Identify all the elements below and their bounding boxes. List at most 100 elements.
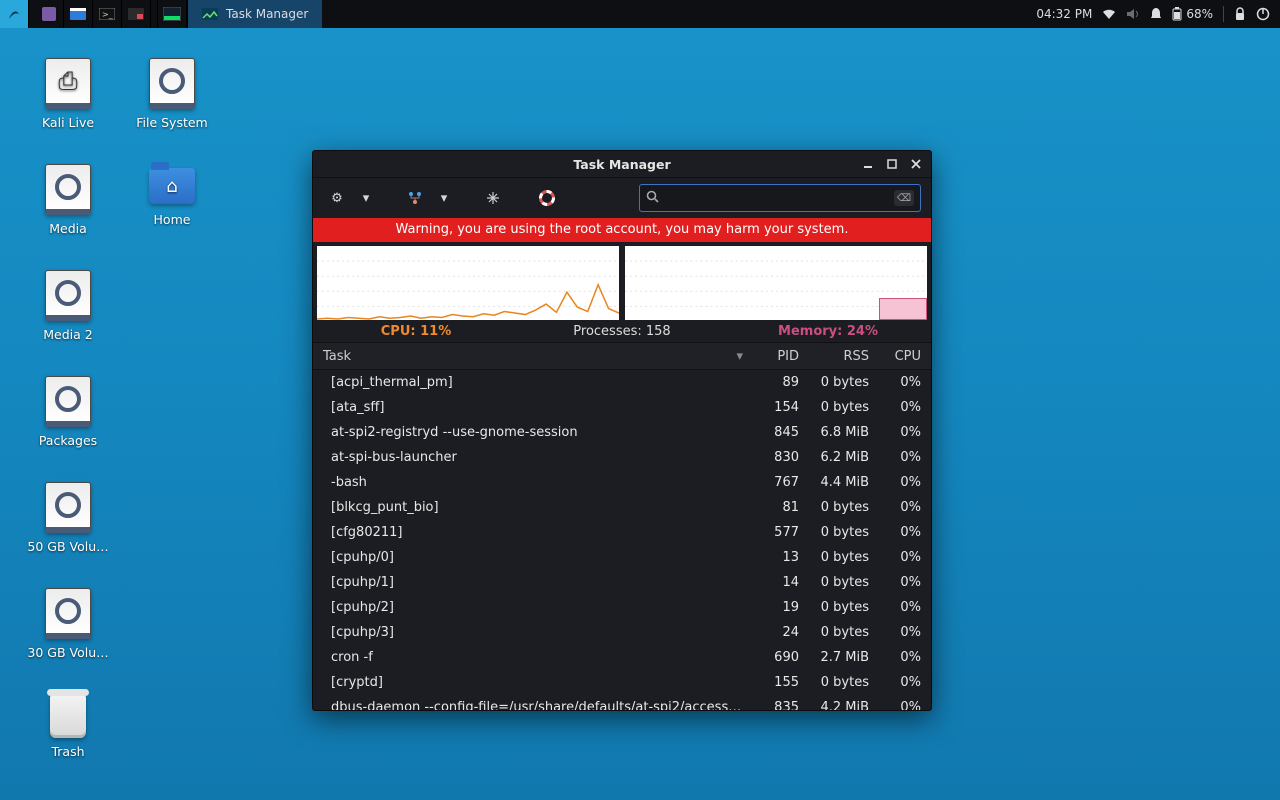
cell-rss: 4.4 MiB bbox=[799, 475, 869, 490]
cell-cpu: 0% bbox=[869, 700, 921, 710]
desktop-icon[interactable]: ⌂Home bbox=[122, 164, 222, 227]
desktop-icon-label: File System bbox=[122, 115, 222, 130]
process-stat: Processes: 158 bbox=[519, 324, 725, 339]
memory-stat: Memory: 24% bbox=[725, 324, 931, 339]
search-box[interactable]: ⌫ bbox=[639, 184, 921, 212]
titlebar[interactable]: Task Manager bbox=[313, 151, 931, 178]
cell-rss: 0 bytes bbox=[799, 675, 869, 690]
tree-icon bbox=[407, 190, 423, 206]
cell-task: at-spi-bus-launcher bbox=[323, 450, 743, 465]
cell-pid: 89 bbox=[743, 375, 799, 390]
desktop-icon[interactable]: Media bbox=[18, 164, 118, 236]
cell-rss: 0 bytes bbox=[799, 375, 869, 390]
table-row[interactable]: [ata_sff]1540 bytes0% bbox=[313, 395, 931, 420]
cell-cpu: 0% bbox=[869, 375, 921, 390]
column-rss[interactable]: RSS bbox=[799, 349, 869, 364]
chevron-down-icon: ▾ bbox=[441, 191, 448, 206]
cell-pid: 767 bbox=[743, 475, 799, 490]
table-row[interactable]: [blkcg_punt_bio]810 bytes0% bbox=[313, 495, 931, 520]
cell-task: cron -f bbox=[323, 650, 743, 665]
cell-pid: 835 bbox=[743, 700, 799, 710]
start-menu-button[interactable] bbox=[0, 0, 29, 28]
desktop-icon[interactable]: Trash bbox=[18, 694, 118, 759]
notifications-icon[interactable] bbox=[1150, 7, 1162, 21]
search-input[interactable] bbox=[665, 184, 888, 212]
desktop-icon-label: Home bbox=[122, 212, 222, 227]
desktop-icon[interactable]: File System bbox=[122, 58, 222, 130]
settings-menu-caret[interactable]: ▾ bbox=[357, 184, 375, 212]
window-minimize-button[interactable] bbox=[857, 154, 879, 174]
wifi-icon[interactable] bbox=[1102, 8, 1116, 20]
table-row[interactable]: -bash7674.4 MiB0% bbox=[313, 470, 931, 495]
power-icon[interactable] bbox=[1256, 7, 1270, 21]
cell-task: [cpuhp/1] bbox=[323, 575, 743, 590]
volume-icon[interactable] bbox=[1126, 8, 1140, 20]
column-pid[interactable]: PID bbox=[743, 349, 799, 364]
cell-task: [blkcg_punt_bio] bbox=[323, 500, 743, 515]
cell-task: at-spi2-registryd --use-gnome-session bbox=[323, 425, 743, 440]
table-row[interactable]: at-spi-bus-launcher8306.2 MiB0% bbox=[313, 445, 931, 470]
clock[interactable]: 04:32 PM bbox=[1036, 7, 1092, 21]
cell-pid: 13 bbox=[743, 550, 799, 565]
cell-pid: 19 bbox=[743, 600, 799, 615]
settings-button[interactable]: ⚙ bbox=[323, 184, 351, 212]
launcher-workspaces[interactable] bbox=[35, 0, 64, 28]
expand-button[interactable] bbox=[479, 184, 507, 212]
window-title: Task Manager bbox=[573, 157, 670, 172]
desktop-icon[interactable]: 30 GB Volu… bbox=[18, 588, 118, 660]
cell-pid: 81 bbox=[743, 500, 799, 515]
search-clear-button[interactable]: ⌫ bbox=[894, 190, 914, 206]
table-row[interactable]: dbus-daemon --config-file=/usr/share/def… bbox=[313, 695, 931, 710]
cell-cpu: 0% bbox=[869, 500, 921, 515]
sort-indicator-icon: ▾ bbox=[736, 349, 743, 364]
view-menu-caret[interactable]: ▾ bbox=[435, 184, 453, 212]
desktop-icon-label: Media 2 bbox=[18, 327, 118, 342]
cell-cpu: 0% bbox=[869, 450, 921, 465]
column-task[interactable]: Task ▾ bbox=[323, 349, 743, 364]
desktop-icon[interactable]: Packages bbox=[18, 376, 118, 448]
taskbar-item-taskmanager[interactable]: Task Manager bbox=[187, 0, 322, 28]
taskbar-thumb-taskmanager[interactable] bbox=[157, 0, 187, 28]
table-row[interactable]: [cpuhp/2]190 bytes0% bbox=[313, 595, 931, 620]
table-row[interactable]: [cpuhp/3]240 bytes0% bbox=[313, 620, 931, 645]
cpu-graph[interactable] bbox=[317, 246, 619, 320]
column-cpu[interactable]: CPU bbox=[869, 349, 921, 364]
lock-icon[interactable] bbox=[1234, 7, 1246, 21]
launcher-screenshot[interactable] bbox=[122, 0, 151, 28]
chevron-down-icon: ▾ bbox=[363, 191, 370, 206]
desktop-icon-label: Media bbox=[18, 221, 118, 236]
table-row[interactable]: at-spi2-registryd --use-gnome-session845… bbox=[313, 420, 931, 445]
table-row[interactable]: [cpuhp/1]140 bytes0% bbox=[313, 570, 931, 595]
lifebuoy-icon bbox=[539, 190, 555, 206]
window-close-button[interactable] bbox=[905, 154, 927, 174]
cell-task: [ata_sff] bbox=[323, 400, 743, 415]
cell-rss: 6.8 MiB bbox=[799, 425, 869, 440]
cell-rss: 6.2 MiB bbox=[799, 450, 869, 465]
table-row[interactable]: [acpi_thermal_pm]890 bytes0% bbox=[313, 370, 931, 395]
desktop[interactable]: ⎙Kali Live File System Media ⌂Home Media 2 Pa… bbox=[0, 28, 1280, 800]
cell-cpu: 0% bbox=[869, 575, 921, 590]
desktop-icon-label: 30 GB Volu… bbox=[18, 645, 118, 660]
memory-graph[interactable] bbox=[625, 246, 927, 320]
cell-task: -bash bbox=[323, 475, 743, 490]
table-row[interactable]: [cryptd]1550 bytes0% bbox=[313, 670, 931, 695]
process-table-body[interactable]: [acpi_thermal_pm]890 bytes0%[ata_sff]154… bbox=[313, 370, 931, 710]
desktop-icon[interactable]: ⎙Kali Live bbox=[18, 58, 118, 130]
help-button[interactable] bbox=[533, 184, 561, 212]
battery-icon[interactable]: 68% bbox=[1172, 7, 1213, 21]
view-tree-button[interactable] bbox=[401, 184, 429, 212]
cell-task: [acpi_thermal_pm] bbox=[323, 375, 743, 390]
cell-pid: 24 bbox=[743, 625, 799, 640]
launcher-files[interactable] bbox=[64, 0, 93, 28]
table-header[interactable]: Task ▾ PID RSS CPU bbox=[313, 342, 931, 370]
cell-rss: 0 bytes bbox=[799, 600, 869, 615]
window-maximize-button[interactable] bbox=[881, 154, 903, 174]
desktop-icon[interactable]: 50 GB Volu… bbox=[18, 482, 118, 554]
cell-cpu: 0% bbox=[869, 600, 921, 615]
table-row[interactable]: cron -f6902.7 MiB0% bbox=[313, 645, 931, 670]
table-row[interactable]: [cpuhp/0]130 bytes0% bbox=[313, 545, 931, 570]
launcher-terminal[interactable]: >_ bbox=[93, 0, 122, 28]
table-row[interactable]: [cfg80211]5770 bytes0% bbox=[313, 520, 931, 545]
desktop-icon[interactable]: Media 2 bbox=[18, 270, 118, 342]
cell-pid: 155 bbox=[743, 675, 799, 690]
